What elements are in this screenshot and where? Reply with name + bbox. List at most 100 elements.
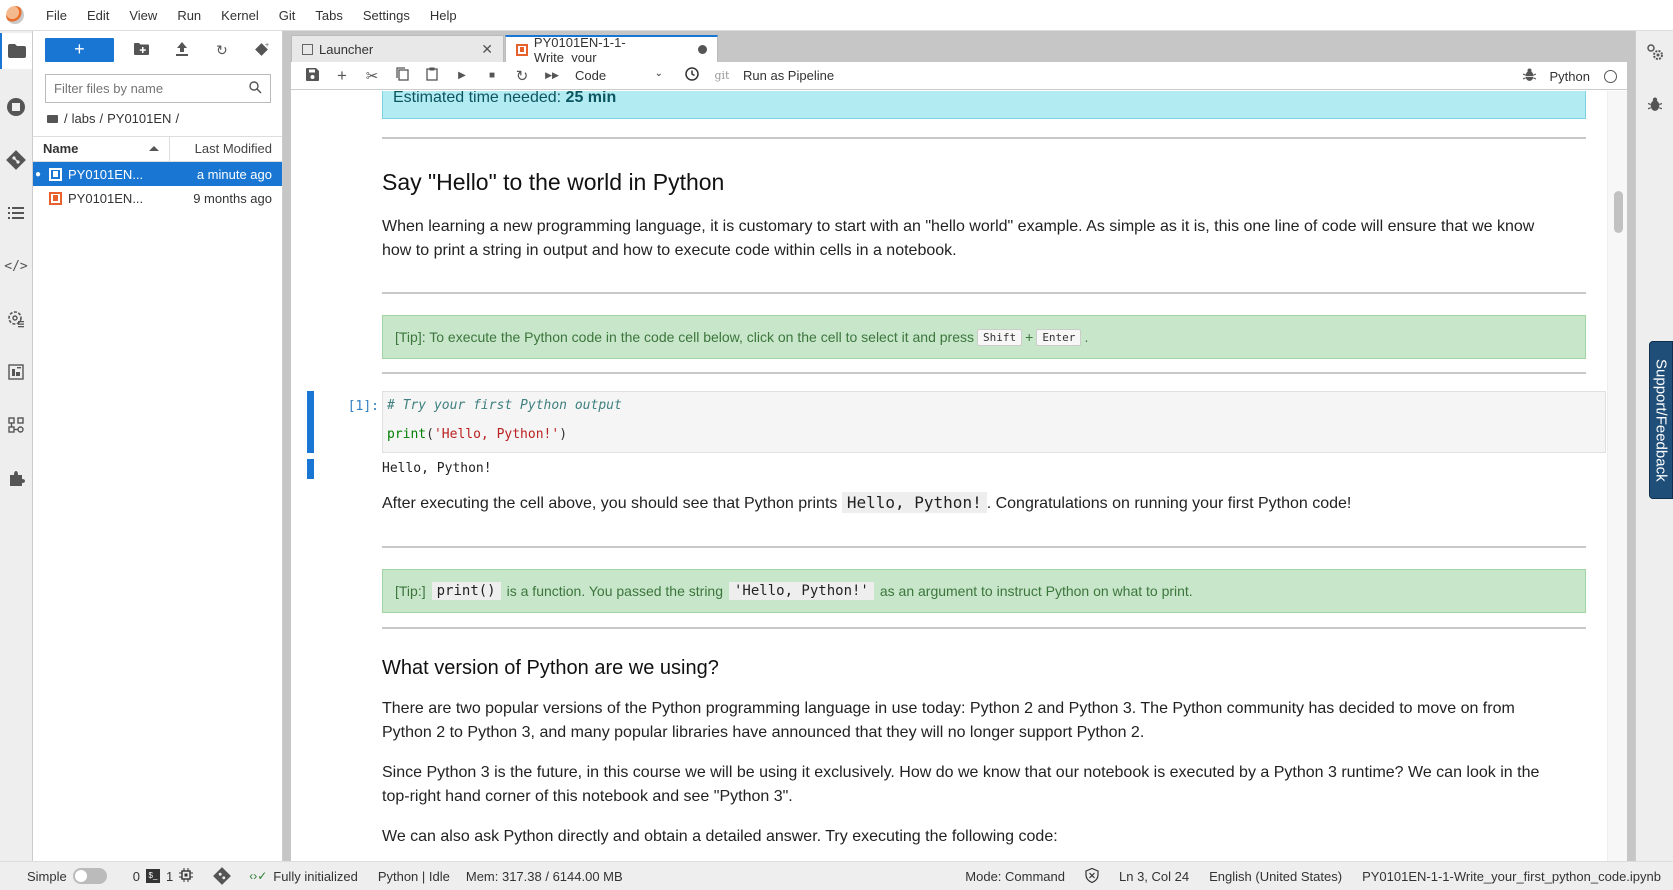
column-header-last-modified[interactable]: Last Modified — [170, 137, 282, 161]
breadcrumb-separator: / — [99, 111, 104, 126]
kernel-status-icon — [1604, 69, 1617, 83]
code-editor[interactable]: # Try your first Python output print('He… — [382, 391, 1606, 453]
lsp-status[interactable]: ‹›✓ Fully initialized — [249, 869, 358, 884]
running-icon[interactable] — [0, 89, 32, 125]
insert-cell-icon[interactable]: + — [327, 66, 357, 86]
save-icon[interactable] — [297, 67, 327, 84]
tip-text: as an argument to instruct Python on wha… — [879, 583, 1193, 599]
cut-icon[interactable]: ✂ — [357, 67, 387, 85]
toggle-switch[interactable] — [72, 868, 107, 884]
new-launcher-button[interactable]: + — [45, 38, 114, 62]
restart-icon[interactable]: ↻ — [507, 67, 537, 85]
git-clone-icon[interactable]: + — [242, 41, 282, 60]
close-icon[interactable]: ✕ — [481, 41, 493, 58]
text: . Congratulations on running your first … — [986, 495, 1352, 512]
divider — [382, 627, 1586, 629]
notebook-content[interactable]: Estimated time needed: 25 min Say "Hello… — [291, 91, 1627, 861]
status-bar: Simple 0 $_ 1 ‹›✓ Fully initialized Pyth… — [0, 861, 1673, 890]
tip-execute-banner: [Tip]: To execute the Python code in the… — [382, 315, 1586, 359]
output-collapser[interactable] — [307, 459, 314, 479]
run-as-pipeline-button[interactable]: Run as Pipeline — [743, 68, 834, 83]
cell-output: Hello, Python! — [382, 461, 492, 476]
file-list-item[interactable]: ● PY0101EN... a minute ago — [33, 162, 282, 186]
kernel-status[interactable]: Python | Idle — [378, 869, 450, 884]
support-feedback-button[interactable]: Support/Feedback — [1649, 341, 1673, 499]
menu-view[interactable]: View — [119, 0, 167, 31]
trusted-shield-icon[interactable] — [1085, 867, 1099, 886]
menu-run[interactable]: Run — [167, 0, 211, 31]
cell-type-value: Code — [575, 68, 607, 83]
file-list-item[interactable]: PY0101EN... 9 months ago — [33, 186, 282, 210]
breadcrumb-labs[interactable]: labs — [72, 111, 96, 126]
plus-text: + — [1025, 329, 1034, 345]
unsaved-indicator-icon[interactable] — [698, 45, 707, 54]
menu-tabs[interactable]: Tabs — [305, 0, 352, 31]
extension-settings-icon[interactable] — [0, 301, 32, 337]
stop-icon[interactable]: ■ — [477, 70, 507, 81]
menu-settings[interactable]: Settings — [353, 0, 420, 31]
kernel-name[interactable]: Python — [1550, 69, 1590, 84]
debugger-icon[interactable] — [1636, 97, 1673, 116]
menu-kernel[interactable]: Kernel — [211, 0, 269, 31]
language[interactable]: English (United States) — [1209, 869, 1342, 884]
kernel-area: Python — [1522, 62, 1617, 90]
home-folder-icon[interactable] — [47, 114, 58, 123]
estimated-time-banner: Estimated time needed: 25 min — [382, 91, 1586, 119]
inline-code: 'Hello, Python!' — [729, 582, 874, 600]
menu-help[interactable]: Help — [420, 0, 467, 31]
upload-icon[interactable] — [162, 41, 202, 59]
filter-files-input[interactable] — [54, 81, 249, 96]
breadcrumb-py0101en[interactable]: PY0101EN — [107, 111, 171, 126]
git-status-icon[interactable] — [213, 867, 232, 885]
property-inspector-gears-icon[interactable] — [1636, 43, 1673, 65]
simple-mode-toggle[interactable]: Simple — [27, 868, 107, 884]
chevron-down-icon: ⌄ — [654, 68, 663, 79]
code-comment: # Try your first Python output — [387, 398, 622, 413]
terminals-status[interactable]: 0 $_ 1 — [133, 867, 194, 885]
run-all-icon[interactable]: ▶▶ — [537, 70, 567, 81]
git-diff-button[interactable]: git — [707, 69, 737, 82]
refresh-icon[interactable]: ↻ — [202, 42, 242, 59]
heading-hello-world: Say "Hello" to the world in Python — [382, 169, 725, 195]
folder-icon[interactable] — [0, 33, 32, 69]
divider — [382, 292, 1586, 294]
kernel-chip-icon — [179, 867, 194, 885]
paragraph-intro: When learning a new programming language… — [382, 215, 1586, 263]
tab-label: Launcher — [319, 41, 374, 57]
lsp-check-icon: ‹›✓ — [249, 869, 268, 883]
tab-notebook[interactable]: PY0101EN-1-1-Write_your_ — [505, 34, 718, 65]
run-icon[interactable]: ▶ — [447, 70, 477, 81]
jupyter-logo-icon — [6, 6, 24, 24]
property-inspector-icon[interactable] — [0, 354, 32, 390]
debugger-icon[interactable] — [1522, 68, 1536, 85]
notebook-icon — [49, 167, 62, 181]
new-folder-icon[interactable] — [122, 42, 162, 58]
menu-edit[interactable]: Edit — [77, 0, 119, 31]
inline-code: Hello, Python! — [841, 492, 987, 513]
tab-label: PY0101EN-1-1-Write_your_ — [533, 34, 626, 65]
tab-launcher[interactable]: Launcher ✕ — [291, 35, 504, 62]
column-header-name[interactable]: Name — [33, 137, 170, 161]
components-icon[interactable] — [0, 407, 32, 443]
scrollbar-thumb[interactable] — [1614, 191, 1623, 233]
paste-icon[interactable] — [417, 67, 447, 84]
heading-python-version: What version of Python are we using? — [382, 657, 719, 679]
cursor-position[interactable]: Ln 3, Col 24 — [1119, 869, 1189, 884]
paragraph-line: When learning a new programming language… — [382, 218, 1535, 235]
code-snippets-icon[interactable]: </> — [0, 248, 32, 284]
cell-type-select[interactable]: Code ⌄ — [567, 68, 677, 83]
table-of-contents-icon[interactable] — [0, 195, 32, 231]
input-collapser[interactable] — [307, 391, 314, 453]
menu-git[interactable]: Git — [269, 0, 306, 31]
search-icon — [249, 80, 262, 97]
clock-icon[interactable] — [677, 67, 707, 84]
scrollbar[interactable] — [1607, 91, 1627, 861]
copy-icon[interactable] — [387, 67, 417, 84]
menu-file[interactable]: File — [36, 0, 77, 31]
divider — [382, 137, 1586, 139]
git-icon[interactable] — [0, 142, 32, 178]
running-indicator: ● — [34, 168, 42, 180]
inline-code: print() — [431, 582, 501, 600]
extension-manager-icon[interactable] — [0, 460, 32, 496]
notebook-icon — [516, 43, 528, 56]
